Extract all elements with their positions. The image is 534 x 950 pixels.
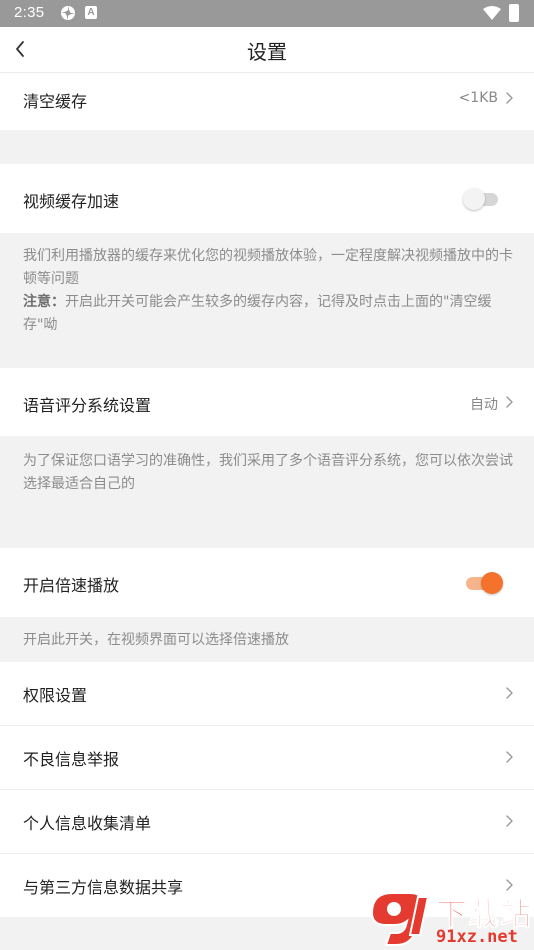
battery-icon [509, 4, 519, 22]
clear-cache-row[interactable]: 清空缓存 <1KB [0, 73, 534, 130]
warning-label: 注意： [23, 294, 65, 310]
speech-eval-description: 为了保证您口语学习的准确性，我们采用了多个语音评分系统，您可以依次尝试选择最适合… [23, 453, 513, 492]
wifi-icon [483, 6, 501, 20]
toggle-knob [481, 572, 503, 594]
status-time: 2:35 [14, 4, 45, 21]
video-cache-accel-note: 我们利用播放器的缓存来优化您的视频播放体验，一定程度解决视频播放中的卡顿等问题 … [23, 245, 515, 337]
clear-cache-label: 清空缓存 [23, 92, 88, 111]
watermark: 下载站 91xz.net [366, 889, 534, 950]
toggle-knob [463, 188, 485, 210]
cache-size-value: <1KB [458, 90, 498, 106]
menu-item-personal-info-list[interactable]: 个人信息收集清单 [0, 790, 534, 853]
video-cache-accel-row: 视频缓存加速 [0, 164, 534, 233]
video-cache-accel-label: 视频缓存加速 [23, 192, 120, 211]
warning-text: 开启此开关可能会产生较多的缓存内容，记得及时点击上面的"清空缓存"呦 [23, 294, 492, 333]
page-title: 设置 [247, 40, 287, 64]
menu-item-label: 权限设置 [23, 686, 88, 705]
chevron-right-icon [506, 687, 513, 699]
menu-item-permissions[interactable]: 权限设置 [0, 662, 534, 725]
chevron-right-icon [506, 815, 513, 827]
speed-play-toggle[interactable] [463, 572, 503, 594]
chevron-right-icon [506, 396, 513, 408]
menu-item-report[interactable]: 不良信息举报 [0, 726, 534, 789]
a-icon: A [85, 6, 97, 19]
speech-eval-row[interactable]: 语音评分系统设置 自动 [0, 368, 534, 436]
menu-item-label: 个人信息收集清单 [23, 814, 152, 833]
speed-play-description: 开启此开关，在视频界面可以选择倍速播放 [23, 632, 289, 648]
gear-icon [61, 6, 75, 20]
menu-item-label: 与第三方信息数据共享 [23, 878, 184, 897]
status-bar: 2:35 A [0, 0, 534, 27]
speed-play-label: 开启倍速播放 [23, 576, 120, 595]
speech-eval-value: 自动 [470, 397, 498, 413]
title-bar: 设置 [0, 27, 534, 73]
video-cache-accel-toggle[interactable] [463, 188, 501, 210]
menu-item-label: 不良信息举报 [23, 750, 120, 769]
video-cache-accel-warning: 注意：开启此开关可能会产生较多的缓存内容，记得及时点击上面的"清空缓存"呦 [23, 291, 515, 337]
watermark-logo-icon [370, 892, 430, 946]
speed-play-row: 开启倍速播放 [0, 548, 534, 617]
chevron-right-icon [506, 92, 513, 104]
video-cache-accel-description: 我们利用播放器的缓存来优化您的视频播放体验，一定程度解决视频播放中的卡顿等问题 [23, 248, 513, 287]
speech-eval-label: 语音评分系统设置 [23, 396, 152, 415]
watermark-site: 91xz.net [436, 927, 518, 947]
chevron-right-icon [506, 751, 513, 763]
